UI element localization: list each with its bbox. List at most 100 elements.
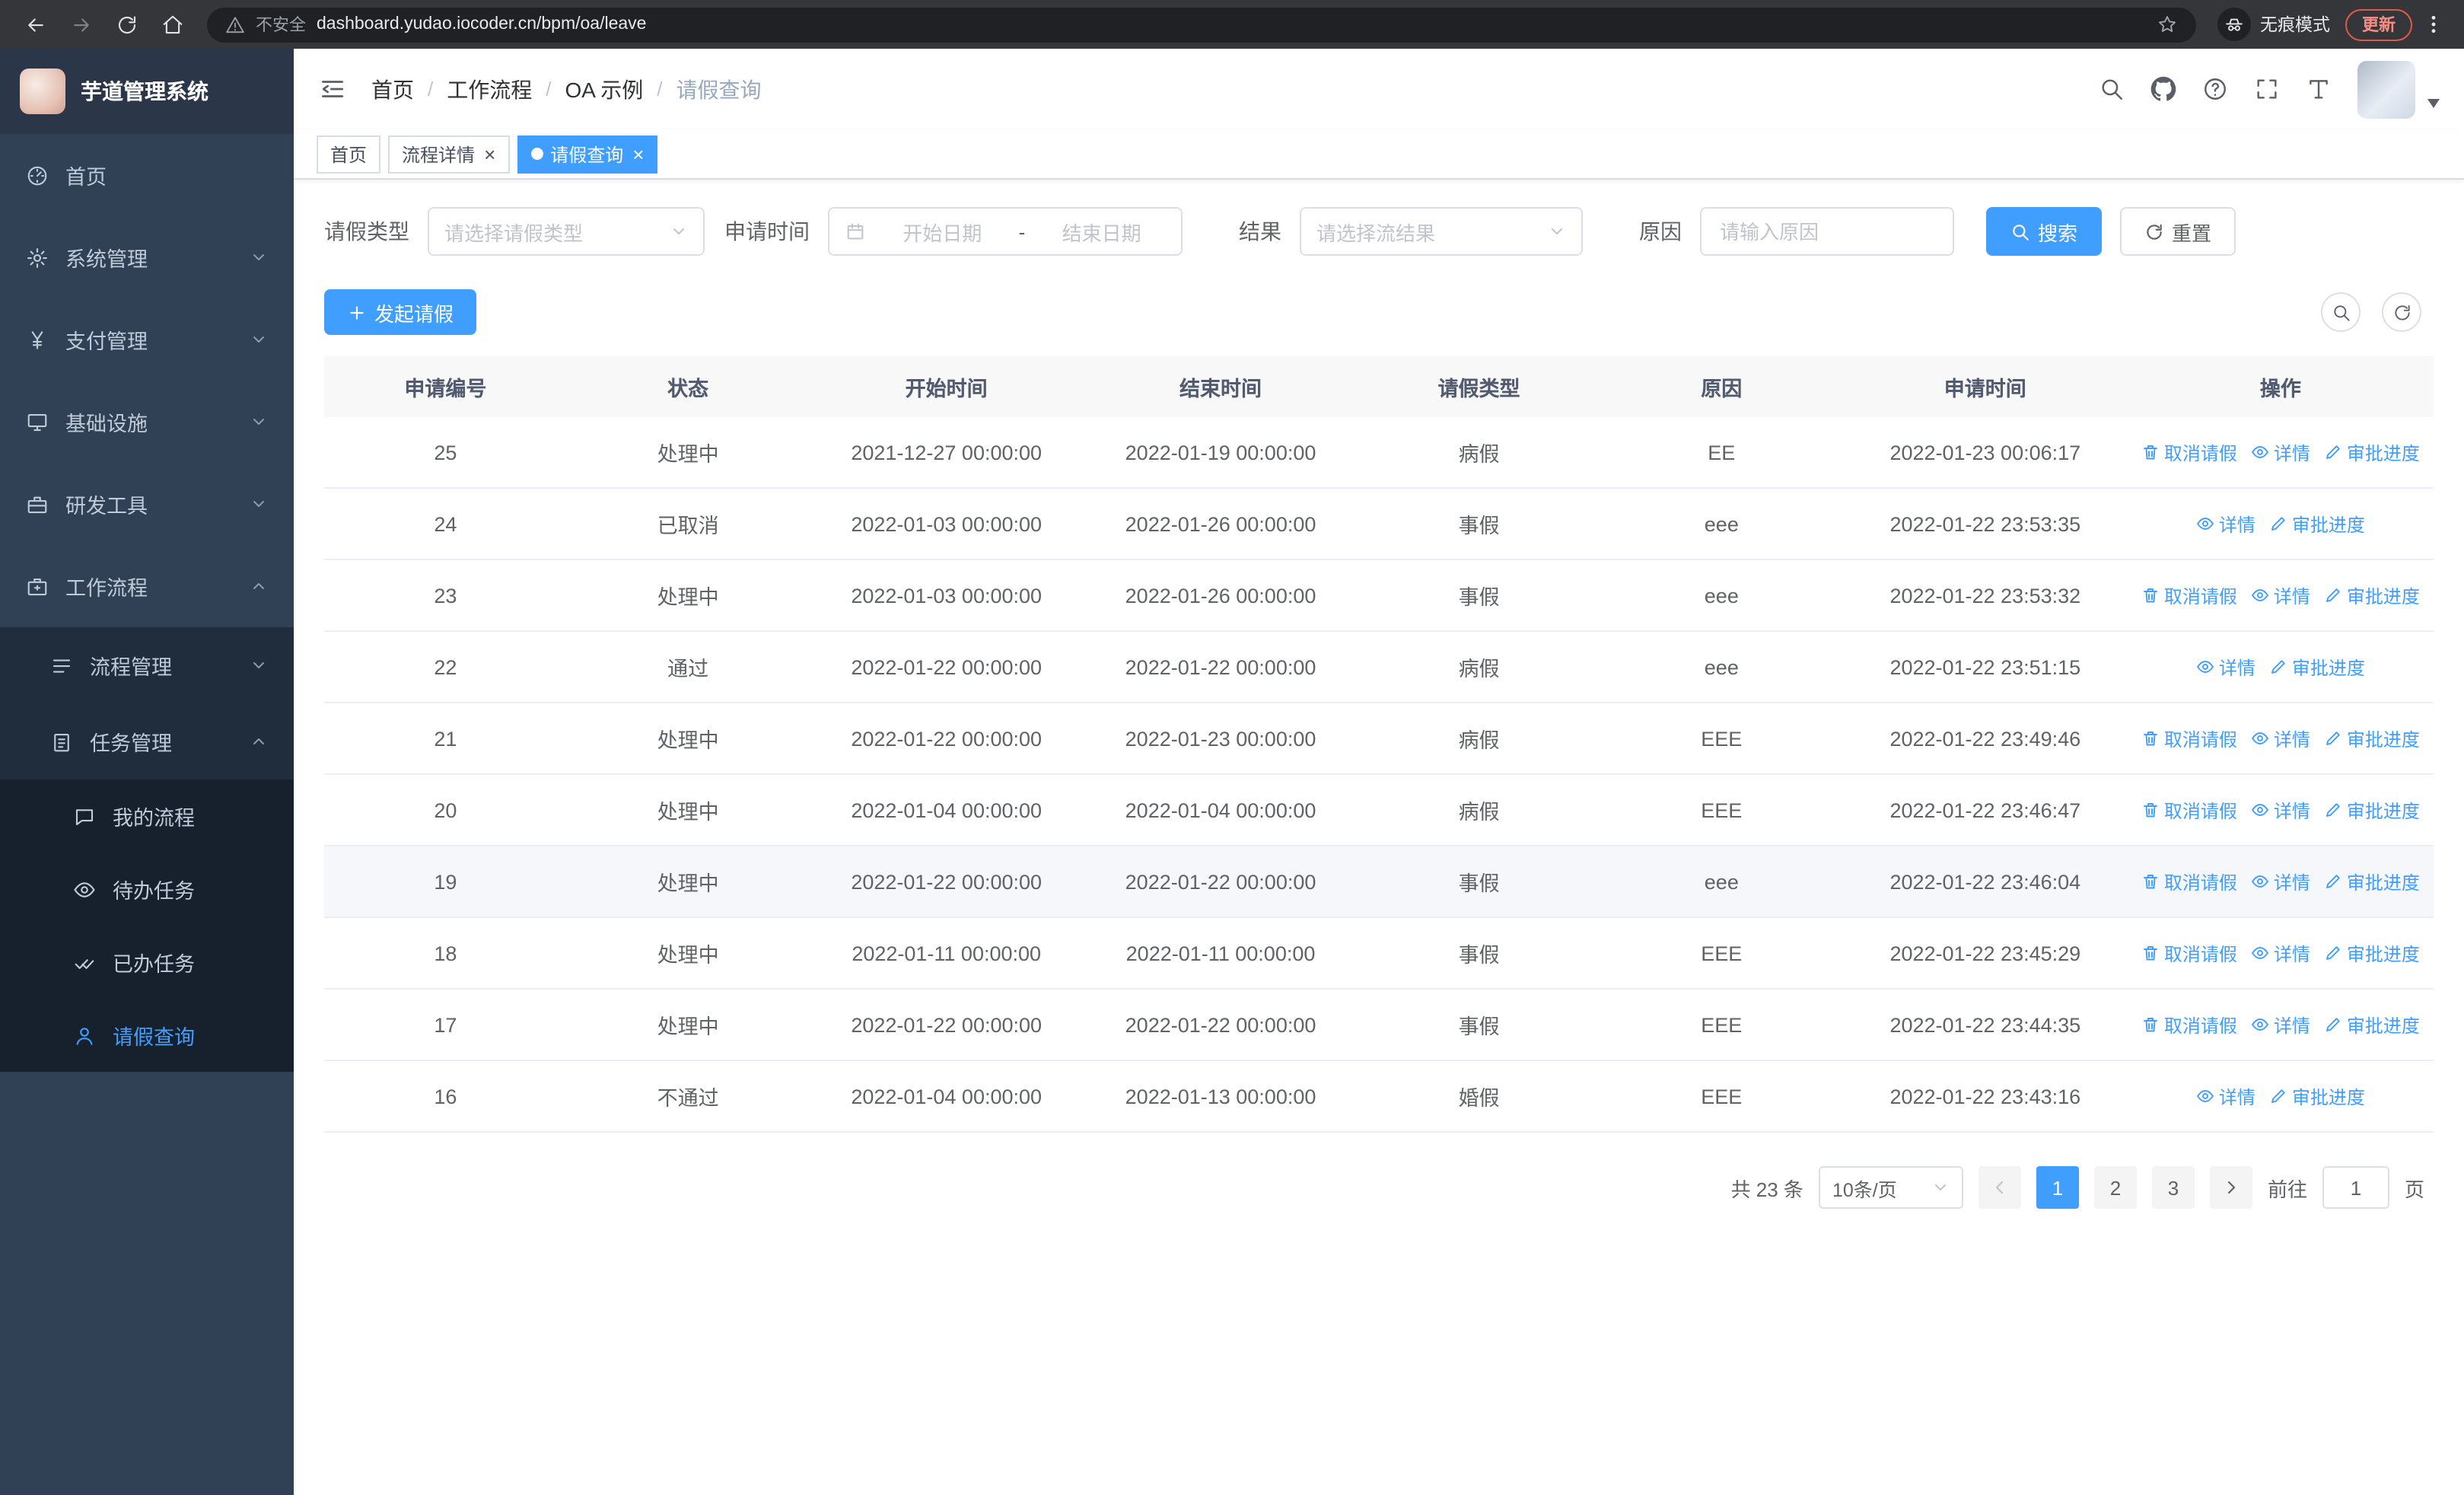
cell-apply-id: 24: [434, 512, 457, 535]
breadcrumb-oa[interactable]: OA 示例: [565, 74, 644, 104]
sidebar-item-home[interactable]: 首页: [0, 134, 294, 216]
search-toggle-button[interactable]: [2321, 292, 2361, 332]
progress-link[interactable]: 审批进度: [2269, 511, 2365, 537]
page-3-button[interactable]: 3: [2151, 1166, 2195, 1209]
progress-link[interactable]: 审批进度: [2324, 725, 2420, 751]
update-button[interactable]: 更新: [2345, 8, 2412, 40]
leave-type-label: 请假类型: [324, 219, 409, 244]
help-icon[interactable]: [2202, 76, 2228, 102]
detail-link[interactable]: 详情: [2196, 654, 2255, 680]
progress-link[interactable]: 审批进度: [2324, 439, 2420, 465]
detail-link[interactable]: 详情: [2251, 439, 2310, 465]
back-button[interactable]: [15, 5, 55, 44]
next-page-button[interactable]: [2209, 1166, 2252, 1209]
progress-link[interactable]: 审批进度: [2269, 654, 2365, 680]
detail-link[interactable]: 详情: [2251, 940, 2310, 966]
sidebar-item-workflow[interactable]: 工作流程: [0, 545, 294, 627]
font-size-icon[interactable]: [2306, 76, 2332, 102]
sidebar-item-done-task[interactable]: 已办任务: [0, 926, 294, 999]
search-icon[interactable]: [2099, 76, 2125, 102]
cell-leave-type: 病假: [1458, 443, 1500, 466]
refresh-icon: [2147, 223, 2162, 239]
sidebar-item-system[interactable]: 系统管理: [0, 216, 294, 298]
breadcrumb-home[interactable]: 首页: [371, 74, 414, 104]
sidebar-item-process-mgmt[interactable]: 流程管理: [0, 627, 294, 703]
progress-link[interactable]: 审批进度: [2269, 1083, 2365, 1109]
tab-process-detail[interactable]: 流程详情 ×: [388, 135, 510, 173]
close-icon[interactable]: ×: [484, 144, 495, 164]
detail-link[interactable]: 详情: [2251, 797, 2310, 823]
sidebar-item-devtools[interactable]: 研发工具: [0, 463, 294, 545]
main-area: 首页 / 工作流程 / OA 示例 / 请假查询 首页 流程详情 × 请假查询 …: [294, 49, 2464, 1495]
breadcrumb-workflow[interactable]: 工作流程: [447, 74, 532, 104]
avatar[interactable]: [2357, 60, 2415, 118]
sidebar-item-todo-task[interactable]: 待办任务: [0, 853, 294, 926]
avatar-caret-icon[interactable]: [2427, 98, 2440, 107]
prev-page-button[interactable]: [1978, 1166, 2021, 1209]
progress-link[interactable]: 审批进度: [2324, 940, 2420, 966]
cell-leave-type: 婚假: [1458, 1087, 1500, 1110]
detail-link[interactable]: 详情: [2251, 725, 2310, 751]
cancel-leave-link[interactable]: 取消请假: [2141, 725, 2237, 751]
reload-button[interactable]: [107, 5, 146, 44]
forward-button[interactable]: [61, 5, 100, 44]
sidebar-item-payment[interactable]: 支付管理: [0, 298, 294, 381]
cell-end-time: 2022-01-11 00:00:00: [1125, 942, 1316, 964]
result-select[interactable]: 请选择流结果: [1300, 207, 1583, 256]
navbar-actions: [2099, 60, 2440, 118]
progress-link[interactable]: 审批进度: [2324, 869, 2420, 894]
refresh-button[interactable]: [2382, 292, 2421, 332]
cancel-leave-link[interactable]: 取消请假: [2141, 869, 2237, 894]
tab-home[interactable]: 首页: [317, 135, 381, 173]
progress-link[interactable]: 审批进度: [2324, 1012, 2420, 1038]
cancel-leave-link[interactable]: 取消请假: [2141, 1012, 2237, 1038]
apply-time-range-picker[interactable]: 开始日期 - 结束日期: [828, 207, 1183, 256]
cancel-leave-link[interactable]: 取消请假: [2141, 940, 2237, 966]
fullscreen-icon[interactable]: [2254, 76, 2280, 102]
detail-link[interactable]: 详情: [2251, 1012, 2310, 1038]
sidebar-item-my-process[interactable]: 我的流程: [0, 779, 294, 853]
sidebar-toggle-icon[interactable]: [318, 75, 347, 104]
progress-link[interactable]: 审批进度: [2324, 797, 2420, 823]
page-2-button[interactable]: 2: [2093, 1166, 2137, 1209]
col-end-time: 结束时间: [1179, 378, 1262, 400]
home-button[interactable]: [152, 5, 192, 44]
sidebar-item-leave-query[interactable]: 请假查询: [0, 999, 294, 1072]
cancel-leave-link[interactable]: 取消请假: [2141, 582, 2237, 608]
goto-page-input[interactable]: [2322, 1166, 2389, 1209]
browser-menu-icon[interactable]: [2418, 12, 2449, 37]
detail-link[interactable]: 详情: [2196, 511, 2255, 537]
breadcrumb-separator: /: [546, 78, 552, 100]
cancel-leave-link[interactable]: 取消请假: [2141, 439, 2237, 465]
reset-button[interactable]: 重置: [2120, 207, 2236, 256]
close-icon[interactable]: ×: [632, 144, 644, 164]
tab-leave-query[interactable]: 请假查询 ×: [517, 135, 658, 173]
yen-icon: [31, 330, 43, 349]
cell-reason: EE: [1708, 441, 1736, 464]
sidebar-item-task-mgmt[interactable]: 任务管理: [0, 703, 294, 779]
table-row: 24 已取消 2022-01-03 00:00:00 2022-01-26 00…: [324, 489, 2434, 560]
detail-link[interactable]: 详情: [2251, 582, 2310, 608]
cell-operations: 详情 审批进度: [2128, 1083, 2434, 1109]
page-size-select[interactable]: 10条/页: [1818, 1166, 1963, 1209]
detail-link[interactable]: 详情: [2251, 869, 2310, 894]
cancel-leave-link[interactable]: 取消请假: [2141, 797, 2237, 823]
bookmark-star-icon[interactable]: [2157, 14, 2178, 35]
cell-start-time: 2022-01-22 00:00:00: [851, 870, 1043, 893]
address-bar[interactable]: 不安全 dashboard.yudao.iocoder.cn/bpm/oa/le…: [207, 7, 2196, 42]
cell-operations: 取消请假 详情 审批进度: [2128, 797, 2434, 823]
leave-type-select[interactable]: 请选择请假类型: [428, 207, 705, 256]
cell-operations: 详情 审批进度: [2128, 511, 2434, 537]
detail-link[interactable]: 详情: [2196, 1083, 2255, 1109]
cell-reason: EEE: [1701, 942, 1743, 964]
create-leave-button[interactable]: 发起请假: [324, 289, 477, 335]
chevron-down-icon: [253, 662, 264, 668]
sidebar-item-infra[interactable]: 基础设施: [0, 381, 294, 463]
reason-input[interactable]: [1700, 207, 1954, 256]
cell-end-time: 2022-01-13 00:00:00: [1125, 1085, 1316, 1108]
page-1-button[interactable]: 1: [2036, 1166, 2079, 1209]
eye-icon: [74, 881, 95, 897]
search-button[interactable]: 搜索: [1986, 207, 2103, 256]
progress-link[interactable]: 审批进度: [2324, 582, 2420, 608]
github-icon[interactable]: [2150, 76, 2176, 102]
